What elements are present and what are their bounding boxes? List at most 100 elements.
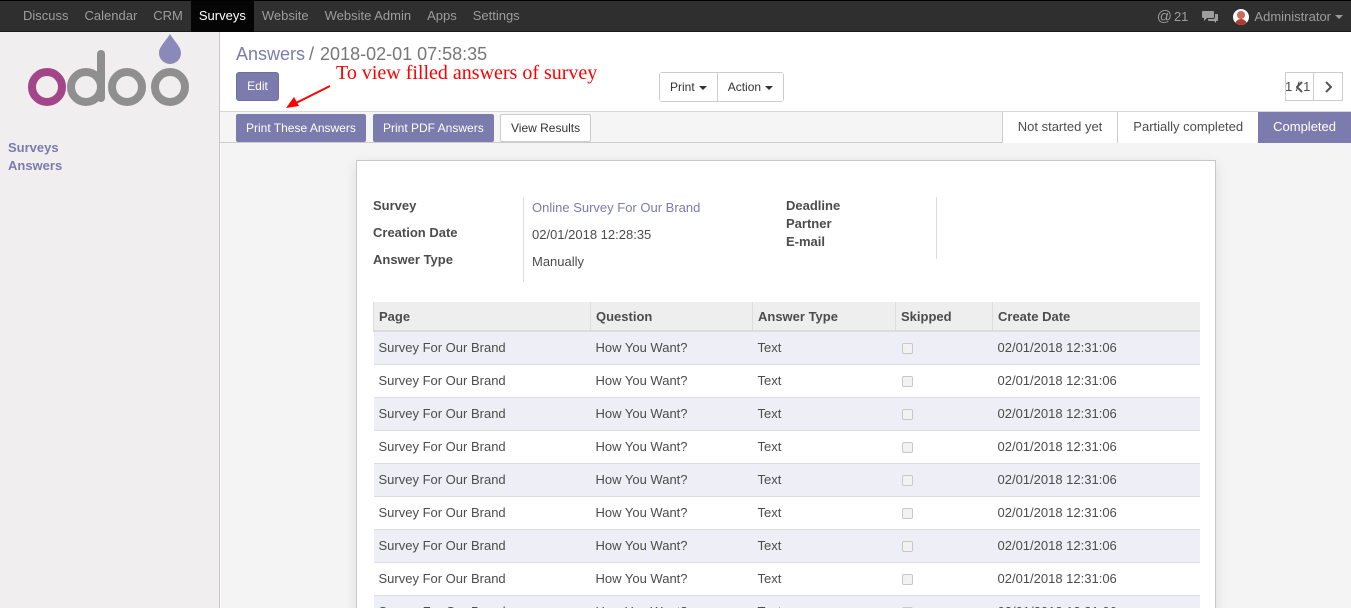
table-body: Survey For Our Brand How You Want? Text 02/… [373,330,1200,608]
edit-button[interactable]: Edit [236,72,279,101]
status-bar: Not started yet Partially completed Comp… [1001,112,1351,143]
user-avatar [1233,8,1250,25]
menu-surveys[interactable]: Surveys [190,1,254,32]
cell-page: Survey For Our Brand [373,330,591,364]
cell-skipped [895,561,993,595]
user-name: Administrator [1254,9,1331,24]
skipped-checkbox [901,442,913,454]
cell-create-date: 02/01/2018 12:31:06 [992,330,1200,364]
menu-crm[interactable]: CRM [145,1,191,32]
chevron-down-icon [698,85,707,90]
print-label: Print [670,80,695,94]
breadcrumb-answers[interactable]: Answers [236,44,305,64]
at-sign-icon: @ [1156,8,1172,25]
cell-create-date: 02/01/2018 12:31:06 [992,462,1200,496]
form-header: Print These Answers Print PDF Answers Vi… [220,112,1351,143]
column-skipped[interactable]: Skipped [895,302,993,332]
sidebar: Surveys Answers [0,32,220,608]
cell-answer-type: Text [752,528,896,562]
cell-create-date: 02/01/2018 12:31:06 [992,396,1200,430]
table-row[interactable]: Survey For Our BrandHow You Want?Text 02/… [373,594,1200,608]
answer-lines-table: Page Question Answer Type Skipped Create… [373,302,1200,608]
cell-skipped [895,429,993,463]
cell-question: How You Want? [590,495,753,529]
chat-button[interactable] [1202,1,1219,32]
action-dropdown[interactable]: Action [716,73,784,101]
app-menu: Discuss Calendar CRM Surveys Website Web… [15,1,528,32]
table-row[interactable]: Survey For Our BrandHow You Want?Text 02/… [373,363,1200,397]
cell-page: Survey For Our Brand [373,429,591,463]
cell-answer-type: Text [752,429,896,463]
cell-skipped [895,363,993,397]
menu-calendar[interactable]: Calendar [77,1,146,32]
status-not-started[interactable]: Not started yet [1001,112,1118,143]
cell-skipped [895,462,993,496]
pager-next-button[interactable] [1314,72,1343,101]
chevron-down-icon [765,85,774,90]
table-row[interactable]: Survey For Our BrandHow You Want?Text 02/… [373,429,1200,463]
skipped-checkbox [901,574,913,586]
cell-answer-type: Text [752,363,896,397]
annotation-arrow-icon [286,85,331,108]
cell-question: How You Want? [590,363,753,397]
column-answer-type[interactable]: Answer Type [752,302,896,332]
table-row[interactable]: Survey For Our BrandHow You Want?Text 02/… [373,528,1200,562]
cell-page: Survey For Our Brand [373,462,591,496]
table-header-row: Page Question Answer Type Skipped Create… [373,302,1200,332]
form-sheet: Survey Creation Date Answer Type Online … [356,160,1216,608]
column-page[interactable]: Page [373,302,591,332]
cell-question: How You Want? [590,429,753,463]
table-row[interactable]: Survey For Our BrandHow You Want?Text 02/… [373,462,1200,496]
cell-page: Survey For Our Brand [373,561,591,595]
creation-date-value: 02/01/2018 12:28:35 [532,227,652,242]
skipped-checkbox [901,475,913,487]
cell-question: How You Want? [590,396,753,430]
top-navbar: Discuss Calendar CRM Surveys Website Web… [0,0,1351,32]
cell-create-date: 02/01/2018 12:31:06 [992,495,1200,529]
menu-settings[interactable]: Settings [465,1,528,32]
cell-page: Survey For Our Brand [373,594,591,608]
print-dropdown[interactable]: Print [660,73,717,101]
cell-question: How You Want? [590,528,753,562]
cell-skipped [895,528,993,562]
creation-date-label: Creation Date [373,225,458,240]
table-row[interactable]: Survey For Our BrandHow You Want?Text 02/… [373,330,1200,364]
chevron-right-icon [1325,80,1332,93]
print-pdf-answers-button[interactable]: Print PDF Answers [373,114,494,142]
menu-website-admin[interactable]: Website Admin [317,1,419,32]
print-these-answers-button[interactable]: Print These Answers [236,114,366,142]
cell-create-date: 02/01/2018 12:31:06 [992,528,1200,562]
answer-type-value: Manually [532,254,585,269]
status-partially-completed[interactable]: Partially completed [1117,112,1259,143]
cell-page: Survey For Our Brand [373,363,591,397]
field-divider [936,197,937,259]
table-row[interactable]: Survey For Our BrandHow You Want?Text 02/… [373,495,1200,529]
sidebar-item-surveys[interactable]: Surveys [8,139,62,157]
view-results-button[interactable]: View Results [500,114,592,142]
cell-page: Survey For Our Brand [373,528,591,562]
cell-page: Survey For Our Brand [373,396,591,430]
mentions-button[interactable]: @ 21 [1157,1,1189,32]
pager-value[interactable]: 1 / 1 [1285,79,1310,94]
menu-website[interactable]: Website [254,1,317,32]
cell-create-date: 02/01/2018 12:31:06 [992,561,1200,595]
table-row[interactable]: Survey For Our BrandHow You Want?Text 02/… [373,561,1200,595]
column-question[interactable]: Question [590,302,753,332]
cell-question: How You Want? [590,462,753,496]
column-create-date[interactable]: Create Date [992,302,1200,332]
email-label: E-mail [786,234,826,249]
cell-question: How You Want? [590,594,753,608]
pager: 1 / 1 [1285,72,1343,101]
chevron-down-icon [1335,14,1343,19]
status-completed[interactable]: Completed [1258,112,1351,143]
menu-apps[interactable]: Apps [419,1,465,32]
user-menu[interactable]: Administrator [1233,1,1343,32]
cell-skipped [895,495,993,529]
breadcrumb-current: 2018-02-01 07:58:35 [320,44,488,64]
cell-question: How You Want? [590,561,753,595]
sidebar-item-answers[interactable]: Answers [8,157,62,175]
form-view: Survey Creation Date Answer Type Online … [221,143,1351,608]
survey-link[interactable]: Online Survey For Our Brand [532,200,700,215]
menu-discuss[interactable]: Discuss [15,1,77,32]
table-row[interactable]: Survey For Our BrandHow You Want?Text 02/… [373,396,1200,430]
